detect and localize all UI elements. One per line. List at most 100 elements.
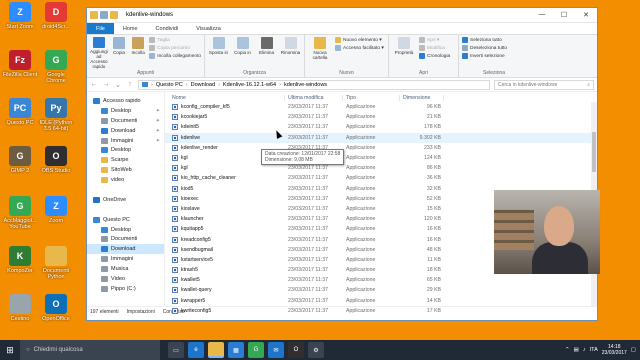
- tab-file[interactable]: File: [87, 23, 114, 34]
- search-box[interactable]: Cerca in kdenlive-windows ⌕: [494, 79, 594, 90]
- chevron-up-icon[interactable]: ⌃: [565, 347, 570, 353]
- up-arrow-icon[interactable]: ↑: [126, 81, 134, 88]
- tab-view[interactable]: Visualizza: [187, 23, 230, 34]
- nav-item[interactable]: Desktop ✦: [87, 106, 164, 116]
- pin-quick-access-button[interactable]: Aggiungi ad Accesso rapido: [90, 37, 108, 69]
- scrollbar-thumb[interactable]: [592, 132, 596, 172]
- rename-button[interactable]: Rinomina: [280, 37, 301, 69]
- mail-icon[interactable]: ✉: [268, 342, 284, 358]
- nav-item[interactable]: Immagini ✦: [87, 136, 164, 146]
- notifications-icon[interactable]: ▢: [631, 347, 636, 353]
- history-button[interactable]: Cronologia: [419, 53, 450, 59]
- settings-icon[interactable]: ⚙: [308, 342, 324, 358]
- breadcrumb-kdenlive-folder[interactable]: Kdenlive-16.12.1-w64: [223, 82, 276, 88]
- desktop-shortcut[interactable]: Ddroid4Scr...: [38, 2, 74, 30]
- nav-item[interactable]: Desktop: [87, 145, 164, 155]
- nav-item[interactable]: Documenti ✦: [87, 116, 164, 126]
- select-all-button[interactable]: Seleziona tutto: [462, 37, 507, 43]
- clock[interactable]: 14:18 23/03/2017: [602, 344, 627, 356]
- pin-icon[interactable]: ✦: [156, 118, 160, 124]
- breadcrumb-kdenlive-windows[interactable]: kdenlive-windows: [284, 82, 327, 88]
- file-row[interactable]: kwallet5 23/03/2017 11:37 Applicazione 65 K…: [165, 275, 597, 285]
- file-row[interactable]: kwrapper5 23/03/2017 11:37 Applicazione 14 …: [165, 296, 597, 306]
- close-button[interactable]: ✕: [575, 11, 597, 19]
- column-size[interactable]: Dimensione: [400, 95, 444, 101]
- paste-button[interactable]: Incolla: [130, 37, 146, 69]
- edge-icon[interactable]: e: [188, 342, 204, 358]
- breadcrumb-download[interactable]: Download: [191, 82, 215, 88]
- desktop-shortcut[interactable]: Documenti Python: [38, 246, 74, 280]
- volume-icon[interactable]: ♪: [583, 347, 586, 353]
- nav-item[interactable]: video: [87, 175, 164, 185]
- file-row[interactable]: kwallet-query 23/03/2017 11:37 Applicazion…: [165, 285, 597, 295]
- file-row[interactable]: kdenlive_render 23/03/2017 11:37 Applicazi…: [165, 143, 597, 153]
- file-row[interactable]: kconfig_compiler_kf5 23/03/2017 11:37 Appl…: [165, 102, 597, 112]
- new-folder-icon[interactable]: [110, 11, 118, 19]
- column-modified[interactable]: Ultima modifica: [285, 95, 343, 101]
- nav-item[interactable]: Accesso rapido: [87, 96, 164, 106]
- tab-home[interactable]: Home: [114, 23, 147, 34]
- nav-item[interactable]: Download: [87, 244, 164, 255]
- properties-icon[interactable]: [100, 11, 108, 19]
- forward-arrow-icon[interactable]: →: [102, 81, 110, 88]
- obs-icon[interactable]: O: [288, 342, 304, 358]
- nav-item[interactable]: Documenti: [87, 234, 164, 244]
- maximize-button[interactable]: ☐: [553, 11, 575, 19]
- desktop-shortcut[interactable]: Py IDLE (Python 3.5 64-bit): [38, 98, 74, 132]
- file-explorer-icon[interactable]: [208, 342, 224, 358]
- nav-item[interactable]: Immagini: [87, 254, 164, 264]
- back-arrow-icon[interactable]: ←: [90, 81, 98, 88]
- pin-icon[interactable]: ✦: [156, 108, 160, 114]
- nav-item[interactable]: OneDrive: [87, 195, 164, 205]
- nav-item[interactable]: Desktop: [87, 225, 164, 235]
- breadcrumb-this-pc[interactable]: Questo PC: [156, 82, 183, 88]
- easy-access-button[interactable]: Accesso facilitato ▾: [335, 45, 384, 51]
- desktop-shortcut[interactable]: G Google Chrome: [38, 50, 74, 84]
- move-to-button[interactable]: Sposta in: [208, 37, 229, 69]
- desktop-shortcut[interactable]: G AccMaggiol... YouTube: [2, 196, 38, 230]
- file-row[interactable]: kgl23/03/2017 11:37Applicazione124 KB: [165, 153, 597, 163]
- nav-item[interactable]: Download ✦: [87, 126, 164, 136]
- start-button[interactable]: ⊞: [0, 340, 20, 360]
- file-row[interactable]: kio_http_cache_cleaner 23/03/2017 11:37 Ap…: [165, 173, 597, 183]
- properties-button[interactable]: Proprietà: [392, 37, 416, 69]
- edit-button[interactable]: Modifica: [419, 45, 450, 51]
- desktop-shortcut[interactable]: O OBS Studio: [38, 146, 74, 174]
- language-indicator[interactable]: ITA: [590, 347, 598, 353]
- open-button[interactable]: Apri ▾: [419, 37, 450, 43]
- column-type[interactable]: Tipo: [343, 95, 400, 101]
- column-name[interactable]: Nome: [165, 95, 285, 101]
- desktop-shortcut[interactable]: Z Zoom: [38, 196, 74, 224]
- copy-button[interactable]: Copia: [111, 37, 127, 69]
- pin-icon[interactable]: ✦: [156, 138, 160, 144]
- new-item-button[interactable]: Nuovo elemento ▾: [335, 37, 384, 43]
- desktop-shortcut[interactable]: Fz FileZilla Client: [2, 50, 38, 78]
- minimize-button[interactable]: —: [531, 11, 553, 19]
- chrome-icon[interactable]: G: [248, 342, 264, 358]
- nav-item[interactable]: SitoWeb: [87, 165, 164, 175]
- pin-icon[interactable]: ✦: [156, 128, 160, 134]
- copy-path-button[interactable]: Copia percorso: [149, 45, 201, 51]
- nav-item[interactable]: Questo PC: [87, 215, 164, 225]
- paste-shortcut-button[interactable]: Incolla collegamento: [149, 53, 201, 59]
- file-row[interactable]: kgl 23/03/2017 11:37 Applicazione 86 KB: [165, 163, 597, 173]
- task-view-icon[interactable]: ▭: [168, 342, 184, 358]
- tab-share[interactable]: Condividi: [147, 23, 188, 34]
- delete-button[interactable]: Elimina: [256, 37, 277, 69]
- select-none-button[interactable]: Deseleziona tutto: [462, 45, 507, 51]
- desktop-shortcut[interactable]: K KompoZer: [2, 246, 38, 274]
- new-folder-button[interactable]: Nuova cartella: [308, 37, 332, 69]
- desktop-shortcut[interactable]: Cestino: [2, 294, 38, 322]
- address-bar[interactable]: › Questo PC › Download › Kdenlive-16.12.1-w…: [138, 79, 490, 90]
- nav-item[interactable]: Musica: [87, 264, 164, 274]
- desktop-shortcut[interactable]: O OpenOffice: [38, 294, 74, 322]
- nav-item[interactable]: Video: [87, 274, 164, 284]
- desktop-shortcut[interactable]: G GIMP 2: [2, 146, 38, 174]
- cut-button[interactable]: Taglia: [149, 37, 201, 43]
- invert-selection-button[interactable]: Inverti selezione: [462, 53, 507, 59]
- copy-to-button[interactable]: Copia in: [232, 37, 253, 69]
- file-row[interactable]: kdenlive 23/03/2017 11:37 Applicazione 9.30…: [165, 132, 597, 143]
- desktop-shortcut[interactable]: Z Start Zoom: [2, 2, 38, 30]
- taskbar-search[interactable]: ○ Chiedimi qualcosa: [20, 340, 160, 360]
- chevron-down-icon[interactable]: ⌄: [114, 81, 122, 89]
